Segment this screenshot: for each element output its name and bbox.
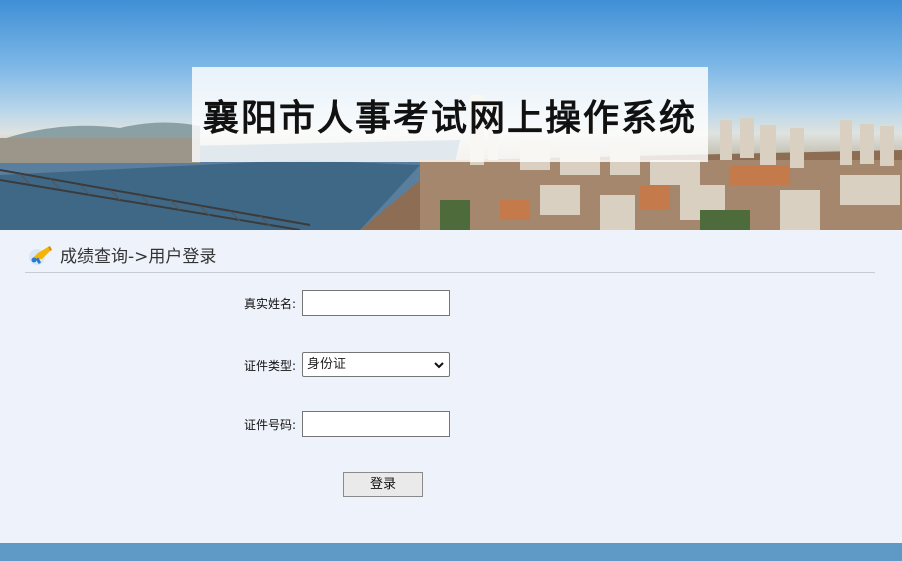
header-banner: 襄阳市人事考试网上操作系统 bbox=[0, 0, 902, 230]
id-number-row: 证件号码: bbox=[0, 411, 902, 441]
login-button[interactable]: 登录 bbox=[343, 472, 423, 497]
announcement-icon bbox=[29, 246, 52, 265]
chevron-down-icon bbox=[434, 362, 444, 369]
id-number-label: 证件号码: bbox=[243, 418, 296, 432]
id-type-row: 证件类型: 身份证 bbox=[0, 352, 902, 382]
real-name-row: 真实姓名: bbox=[0, 290, 902, 320]
id-number-input[interactable] bbox=[302, 411, 450, 437]
breadcrumb-text: 成绩查询->用户登录 bbox=[60, 246, 217, 267]
id-type-selected-value: 身份证 bbox=[307, 357, 347, 372]
id-type-label: 证件类型: bbox=[243, 359, 296, 373]
real-name-input[interactable] bbox=[302, 290, 450, 316]
real-name-label: 真实姓名: bbox=[243, 297, 296, 311]
banner-title-panel: 襄阳市人事考试网上操作系统 bbox=[192, 67, 708, 162]
id-type-select[interactable]: 身份证 bbox=[302, 352, 450, 377]
breadcrumb: 成绩查询->用户登录 bbox=[25, 236, 875, 273]
footer-bar bbox=[0, 543, 902, 561]
system-title: 襄阳市人事考试网上操作系统 bbox=[202, 97, 697, 139]
